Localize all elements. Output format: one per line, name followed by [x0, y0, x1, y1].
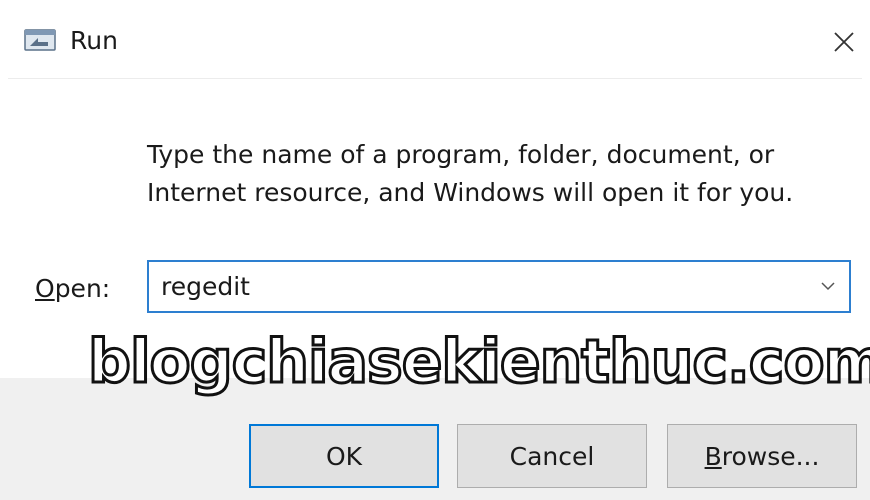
close-icon [834, 32, 854, 52]
ok-button[interactable]: OK [249, 424, 439, 488]
description-line: Type the name of a program, folder, docu… [147, 140, 775, 169]
browse-button[interactable]: Browse... [667, 424, 857, 488]
title-divider [8, 78, 862, 79]
run-description: Type the name of a program, folder, docu… [147, 136, 847, 212]
browse-mnemonic: B [704, 441, 722, 471]
watermark-text: blogchiasekienthuc.com [86, 326, 870, 399]
run-dialog: Run Type the name of a program, folder, … [0, 0, 870, 500]
open-label-text: pen: [54, 274, 111, 303]
open-combobox[interactable]: regedit [147, 260, 851, 313]
title-bar: Run [0, 0, 870, 78]
chevron-down-icon[interactable] [819, 277, 837, 295]
open-input-value[interactable]: regedit [161, 270, 250, 304]
cancel-button[interactable]: Cancel [457, 424, 647, 488]
window-title: Run [70, 26, 118, 55]
browse-label: rowse... [721, 441, 820, 471]
close-button[interactable] [818, 20, 870, 64]
open-label: Open: [35, 271, 110, 307]
run-app-icon [24, 29, 56, 51]
open-label-mnemonic: O [35, 274, 55, 303]
description-line: Internet resource, and Windows will open… [147, 178, 794, 207]
